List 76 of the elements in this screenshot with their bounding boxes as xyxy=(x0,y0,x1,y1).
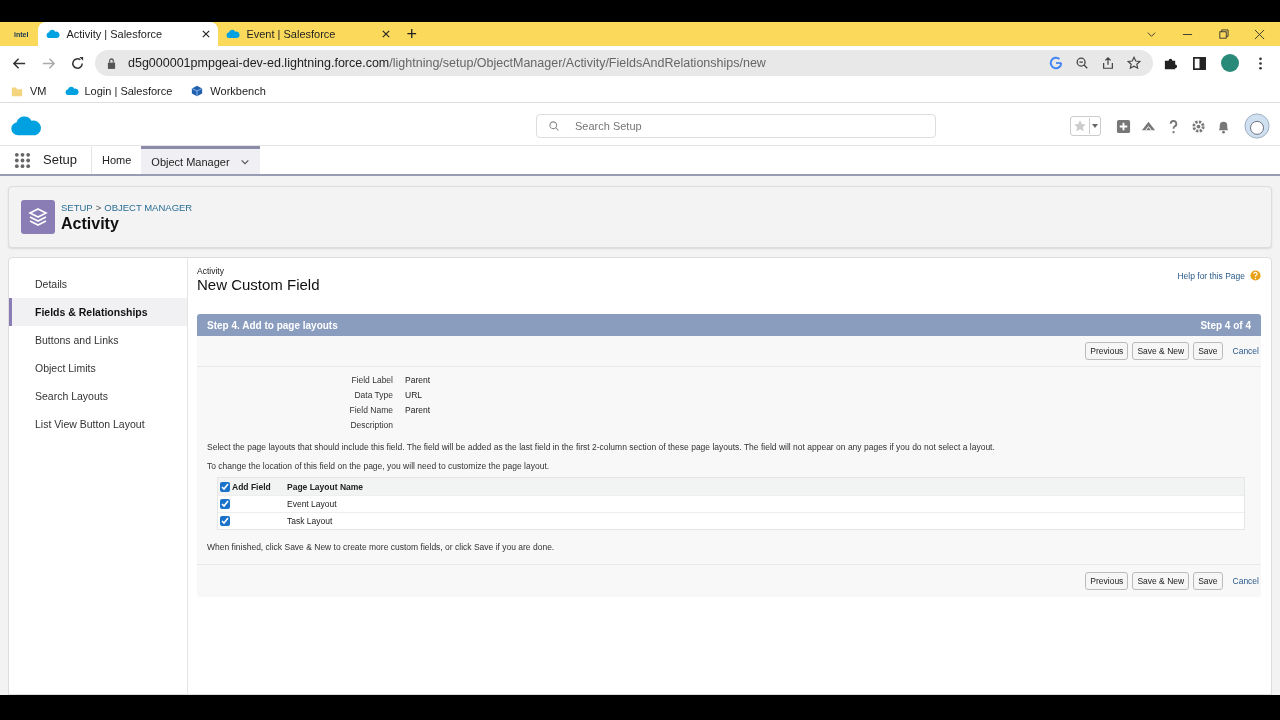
detail-label: Field Name xyxy=(348,405,393,415)
profile-avatar[interactable] xyxy=(1221,54,1239,72)
select-all-checkbox[interactable] xyxy=(220,481,230,492)
star-icon[interactable] xyxy=(1071,119,1089,133)
step-count: Step 4 of 4 xyxy=(1200,319,1251,331)
column-header: Page Layout Name xyxy=(287,481,364,492)
zoom-out-icon[interactable] xyxy=(1075,56,1089,70)
cloud-icon xyxy=(64,85,79,97)
search-field[interactable]: Search Setup xyxy=(536,114,936,138)
table-cell: Task Layout xyxy=(287,516,333,526)
layout-checkbox[interactable] xyxy=(220,499,230,509)
sidebar-item[interactable]: Object Limits xyxy=(9,354,187,382)
close-icon[interactable] xyxy=(1254,28,1265,40)
instruction-text: To change the location of this field on the page, you will need to customize the page layout. xyxy=(207,461,551,471)
help-link[interactable]: Help for this Page xyxy=(1177,270,1245,281)
add-icon[interactable] xyxy=(1116,118,1131,134)
cloud-logo[interactable] xyxy=(10,115,42,137)
star-icon[interactable] xyxy=(1127,56,1141,70)
nav-tab[interactable]: Object Manager xyxy=(141,146,260,174)
close-icon[interactable] xyxy=(202,30,211,38)
wizard-button[interactable]: Previous xyxy=(1085,572,1129,590)
page-title: New Custom Field xyxy=(197,276,320,293)
wizard-button[interactable]: Save xyxy=(1193,342,1223,360)
browser-tab[interactable]: Event | Salesforce xyxy=(218,22,399,46)
instruction-text: Select the page layouts that should include this field. The field will be added as the last field in the first 2-column section of these page layouts. The field will not appear on any pages if you do not select a layout. xyxy=(207,442,996,452)
address-bar[interactable]: d5g000001pmpgeai-dev-ed.lightning.force.com/lightning/setup/ObjectManager/Activity/FieldsAndRelationships/new xyxy=(95,50,1153,76)
reload-icon[interactable] xyxy=(70,55,85,71)
restore-icon[interactable] xyxy=(1218,28,1229,40)
nav-tab[interactable]: Home xyxy=(92,146,142,174)
sidebar-item[interactable]: Buttons and Links xyxy=(9,326,187,354)
detail-value: Parent xyxy=(405,375,432,385)
detail-label: Description xyxy=(349,420,393,430)
user-avatar[interactable] xyxy=(1244,113,1270,139)
cloud-icon xyxy=(46,29,61,39)
cancel-link[interactable]: Cancel xyxy=(1232,576,1259,586)
close-icon[interactable] xyxy=(382,30,391,38)
settings-icon[interactable] xyxy=(1191,118,1206,134)
google-icon[interactable] xyxy=(1049,56,1063,70)
sidebar-item[interactable]: List View Button Layout xyxy=(9,410,187,438)
new-tab-button[interactable]: + xyxy=(398,23,425,45)
side-panel-icon[interactable] xyxy=(1192,55,1207,71)
sidebar-item[interactable]: Search Layouts xyxy=(9,382,187,410)
cloud-icon xyxy=(226,29,241,39)
detail-value: URL xyxy=(405,390,423,400)
app-name: Setup xyxy=(43,146,92,174)
caret-icon[interactable] xyxy=(1089,118,1100,134)
wizard-button[interactable]: Save & New xyxy=(1132,342,1190,360)
object-label: Activity xyxy=(197,266,225,276)
app-launcher-icon[interactable] xyxy=(14,151,31,169)
sidebar-item[interactable]: Details xyxy=(9,270,187,298)
column-header: Add Field xyxy=(232,481,271,492)
detail-label: Field Label xyxy=(350,375,393,385)
wizard-button[interactable]: Save & New xyxy=(1132,572,1190,590)
detail-value: Parent xyxy=(405,405,432,415)
bookmark[interactable]: Login | Salesforce xyxy=(64,85,173,97)
browser-tab[interactable]: Activity | Salesforce xyxy=(38,22,219,46)
breadcrumb-link[interactable]: SETUP xyxy=(61,201,93,213)
lock-icon xyxy=(107,57,116,69)
bookmark[interactable]: Workbench xyxy=(190,85,266,97)
cube-icon xyxy=(190,85,205,97)
table-cell: Event Layout xyxy=(287,499,337,509)
layers-icon xyxy=(21,200,55,234)
detail-label: Data Type xyxy=(353,390,393,400)
cancel-link[interactable]: Cancel xyxy=(1232,346,1259,356)
sidebar-item[interactable]: Fields & Relationships xyxy=(9,298,187,326)
breadcrumb-link[interactable]: OBJECT MANAGER xyxy=(104,201,193,213)
bookmark[interactable]: VM xyxy=(10,85,47,97)
share-icon[interactable] xyxy=(1101,56,1115,70)
object-title: Activity xyxy=(61,214,120,233)
wizard-button[interactable]: Save xyxy=(1193,572,1223,590)
folder-icon xyxy=(10,85,24,97)
wizard-button[interactable]: Previous xyxy=(1085,342,1129,360)
layout-checkbox[interactable] xyxy=(220,516,230,526)
instruction-text: When finished, click Save & New to create more custom fields, or click Save if you are done. xyxy=(207,542,556,552)
breadcrumb-separator: > xyxy=(95,201,102,213)
step-title: Step 4. Add to page layouts xyxy=(207,319,338,331)
